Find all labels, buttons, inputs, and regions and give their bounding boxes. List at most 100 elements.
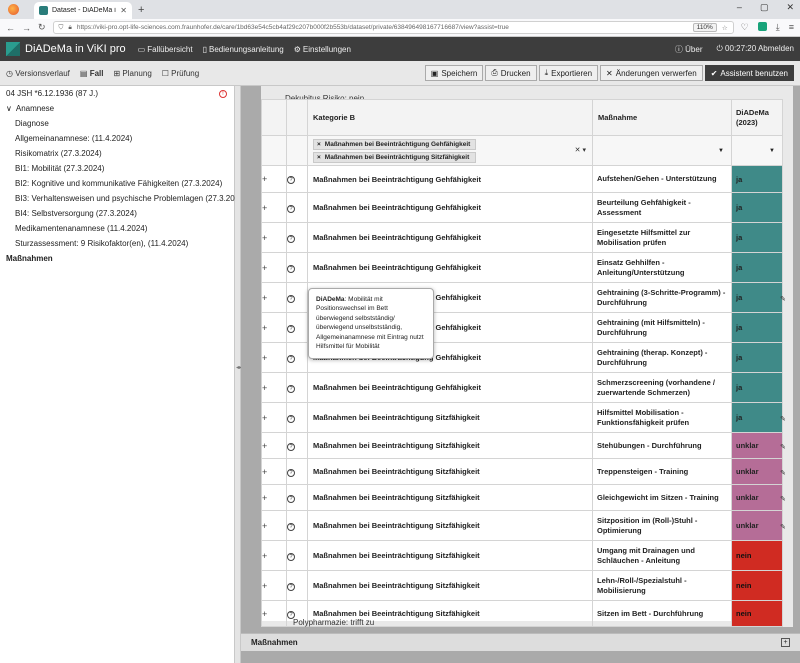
diadema-cell[interactable]: ja	[731, 372, 783, 403]
diadema-cell[interactable]: unklar	[731, 458, 783, 485]
warning-icon[interactable]: !	[219, 89, 227, 98]
chip-remove-icon[interactable]: ×	[317, 141, 321, 148]
header-massnahme[interactable]: Maßnahme	[592, 99, 732, 136]
about-link[interactable]: ⓘ Über	[675, 44, 703, 55]
pocket-icon[interactable]: ♡	[741, 22, 749, 33]
sidebar-section-anamnese[interactable]: ∨ Anamnese	[0, 101, 234, 116]
help-button[interactable]: ?	[286, 192, 308, 223]
tab-pruefung[interactable]: ☐ Prüfung	[162, 69, 199, 78]
sidebar-item-risikomatrix[interactable]: Risikomatrix (27.3.2024)	[0, 146, 234, 161]
expand-row-button[interactable]: +	[261, 570, 287, 601]
table-row[interactable]: +? Maßnahmen bei Beeinträchtigung Gehfähi…	[261, 252, 783, 283]
massnahmen-footer[interactable]: Maßnahmen +	[241, 633, 800, 651]
new-tab-icon[interactable]: +	[138, 4, 144, 16]
filter-chip[interactable]: × Maßnahmen bei Beeinträchtigung Sitzfähi…	[313, 151, 476, 163]
diadema-cell[interactable]: ja	[731, 222, 783, 253]
diadema-cell[interactable]: nein	[731, 600, 783, 627]
sidebar-item-bi2[interactable]: BI2: Kognitive und kommunikative Fähigke…	[0, 176, 234, 191]
table-row[interactable]: +? Maßnahmen bei Beeinträchtigung Gehfähi…	[261, 192, 783, 223]
logout-link[interactable]: ⏻ 00:27:20 Abmelden	[716, 44, 794, 55]
help-button[interactable]: ?	[286, 342, 308, 373]
nav-einstellungen[interactable]: ⚙ Einstellungen	[294, 45, 351, 54]
table-row[interactable]: +? Maßnahmen bei Beeinträchtigung Gehfähi…	[261, 372, 783, 403]
table-row[interactable]: +? Maßnahmen bei Beeinträchtigung Sitzfäh…	[261, 570, 783, 601]
diadema-cell[interactable]: unklar	[731, 484, 783, 511]
address-field[interactable]: ⛉ 🔒︎ https://viki-pro.opt-life-sciences.…	[52, 21, 734, 34]
expand-row-button[interactable]: +	[261, 432, 287, 459]
sidebar-item-bi1[interactable]: BI1: Mobilität (27.3.2024)	[0, 161, 234, 176]
expand-row-button[interactable]: +	[261, 540, 287, 571]
close-window-icon[interactable]: ✕	[786, 2, 794, 13]
nav-bedienungsanleitung[interactable]: ▯ Bedienungsanleitung	[203, 45, 284, 54]
table-row[interactable]: +? Maßnahmen bei Beeinträchtigung Gehfähi…	[261, 222, 783, 253]
expand-row-button[interactable]: +	[261, 282, 287, 313]
expand-row-button[interactable]: +	[261, 510, 287, 541]
edit-icon[interactable]: ✎	[780, 295, 788, 303]
bookmark-star-icon[interactable]: ☆	[722, 24, 728, 32]
save-button[interactable]: ▣ Speichern	[424, 65, 484, 81]
print-button[interactable]: ⎙ Drucken	[485, 65, 537, 81]
tab-planung[interactable]: ⊞ Planung	[113, 69, 151, 78]
expand-icon[interactable]: +	[781, 638, 790, 647]
expand-row-button[interactable]: +	[261, 458, 287, 485]
expand-row-button[interactable]: +	[261, 222, 287, 253]
help-button[interactable]: ?	[286, 372, 308, 403]
help-button[interactable]: ?	[286, 510, 308, 541]
edit-icon[interactable]: ✎	[780, 495, 788, 503]
expand-row-button[interactable]: +	[261, 192, 287, 223]
expand-row-button[interactable]: +	[261, 402, 287, 433]
expand-row-button[interactable]: +	[261, 372, 287, 403]
help-button[interactable]: ?	[286, 252, 308, 283]
diadema-cell[interactable]: nein	[731, 570, 783, 601]
table-row[interactable]: +? Maßnahmen bei Beeinträchtigung Gehfähi…	[261, 165, 783, 193]
table-row[interactable]: +? Maßnahmen bei Beeinträchtigung Sitzfäh…	[261, 432, 783, 459]
forward-icon[interactable]: →	[22, 23, 31, 33]
expand-row-button[interactable]: +	[261, 342, 287, 373]
tab-close-icon[interactable]: ✕	[120, 6, 127, 15]
extension-icon[interactable]	[757, 22, 767, 31]
reload-icon[interactable]: ↻	[38, 22, 46, 33]
sidebar-item-massnahmen[interactable]: Maßnahmen	[0, 251, 234, 266]
patient-row[interactable]: 04 JSH *6.12.1936 (87 J.)!	[0, 86, 234, 101]
help-button[interactable]: ?	[286, 222, 308, 253]
help-button[interactable]: ?	[286, 165, 308, 193]
tab-versionsverlauf[interactable]: ◷ Versionsverlauf	[6, 69, 70, 78]
help-button[interactable]: ?	[286, 540, 308, 571]
diadema-cell[interactable]: nein	[731, 540, 783, 571]
diadema-cell[interactable]: ja	[731, 342, 783, 373]
help-button[interactable]: ?	[286, 432, 308, 459]
expand-row-button[interactable]: +	[261, 600, 287, 627]
table-row[interactable]: +? Maßnahmen bei Beeinträchtigung Sitzfäh…	[261, 402, 783, 433]
header-diadema[interactable]: DiADeMa (2023)	[731, 99, 783, 136]
help-button[interactable]: ?	[286, 570, 308, 601]
table-row[interactable]: +? Maßnahmen bei Beeinträchtigung Sitzfäh…	[261, 484, 783, 511]
table-row[interactable]: +? Maßnahmen bei Beeinträchtigung Sitzfäh…	[261, 458, 783, 485]
sidebar-item-bi4[interactable]: BI4: Selbstversorgung (27.3.2024)	[0, 206, 234, 221]
chip-remove-icon[interactable]: ×	[317, 154, 321, 161]
diadema-cell[interactable]: unklar	[731, 510, 783, 541]
diadema-cell[interactable]: ja	[731, 402, 783, 433]
edit-icon[interactable]: ✎	[780, 469, 788, 477]
clear-filter-icon[interactable]: ✕	[575, 147, 581, 154]
diadema-cell[interactable]: unklar	[731, 432, 783, 459]
minimize-icon[interactable]: –	[737, 2, 742, 13]
assistant-button[interactable]: ✔ Assistent benutzen	[704, 65, 794, 81]
diadema-cell[interactable]: ja	[731, 312, 783, 343]
export-button[interactable]: ⤓ Exportieren	[538, 65, 599, 81]
firefox-icon[interactable]	[8, 4, 19, 15]
sidebar-item-allgemeinanamnese[interactable]: Allgemeinanamnese: (11.4.2024)	[0, 131, 234, 146]
diadema-cell[interactable]: ja	[731, 282, 783, 313]
filter-chip[interactable]: × Maßnahmen bei Beeinträchtigung Gehfähig…	[313, 138, 476, 150]
menu-icon[interactable]: ≡	[789, 22, 794, 33]
maximize-icon[interactable]: ▢	[760, 2, 769, 13]
help-button[interactable]: ?	[286, 312, 308, 343]
massnahme-filter[interactable]: ▼	[592, 135, 732, 166]
edit-icon[interactable]: ✎	[780, 415, 788, 423]
discard-button[interactable]: ✕ Änderungen verwerfen	[600, 65, 703, 81]
sidebar-item-sturzassessment[interactable]: Sturzassessment: 9 Risikofaktor(en), (11…	[0, 236, 234, 251]
sidebar-item-medikamentenanamnese[interactable]: Medikamentenanamnese (11.4.2024)	[0, 221, 234, 236]
edit-icon[interactable]: ✎	[780, 443, 788, 451]
back-icon[interactable]: ←	[6, 23, 15, 33]
help-button[interactable]: ?	[286, 458, 308, 485]
kategorie-filter[interactable]: × Maßnahmen bei Beeinträchtigung Gehfähig…	[307, 135, 593, 166]
